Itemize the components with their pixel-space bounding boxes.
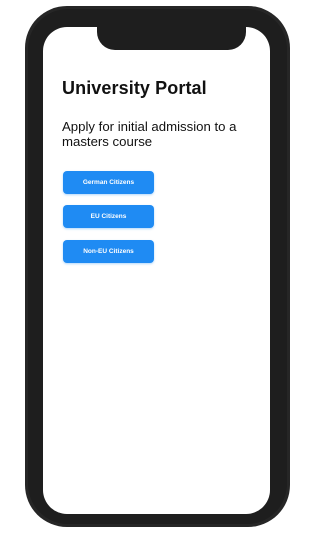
- page-subtitle: Apply for initial admission to a masters…: [62, 119, 237, 149]
- phone-screen: University Portal Apply for initial admi…: [43, 27, 270, 514]
- non-eu-citizens-button[interactable]: Non-EU Citizens: [63, 240, 154, 263]
- german-citizens-button[interactable]: German Citizens: [63, 171, 154, 194]
- phone-frame: University Portal Apply for initial admi…: [25, 6, 290, 527]
- page-title: University Portal: [62, 78, 207, 98]
- portal-content: University Portal Apply for initial admi…: [43, 27, 270, 514]
- phone-notch: [97, 23, 246, 50]
- eu-citizens-button[interactable]: EU Citizens: [63, 205, 154, 228]
